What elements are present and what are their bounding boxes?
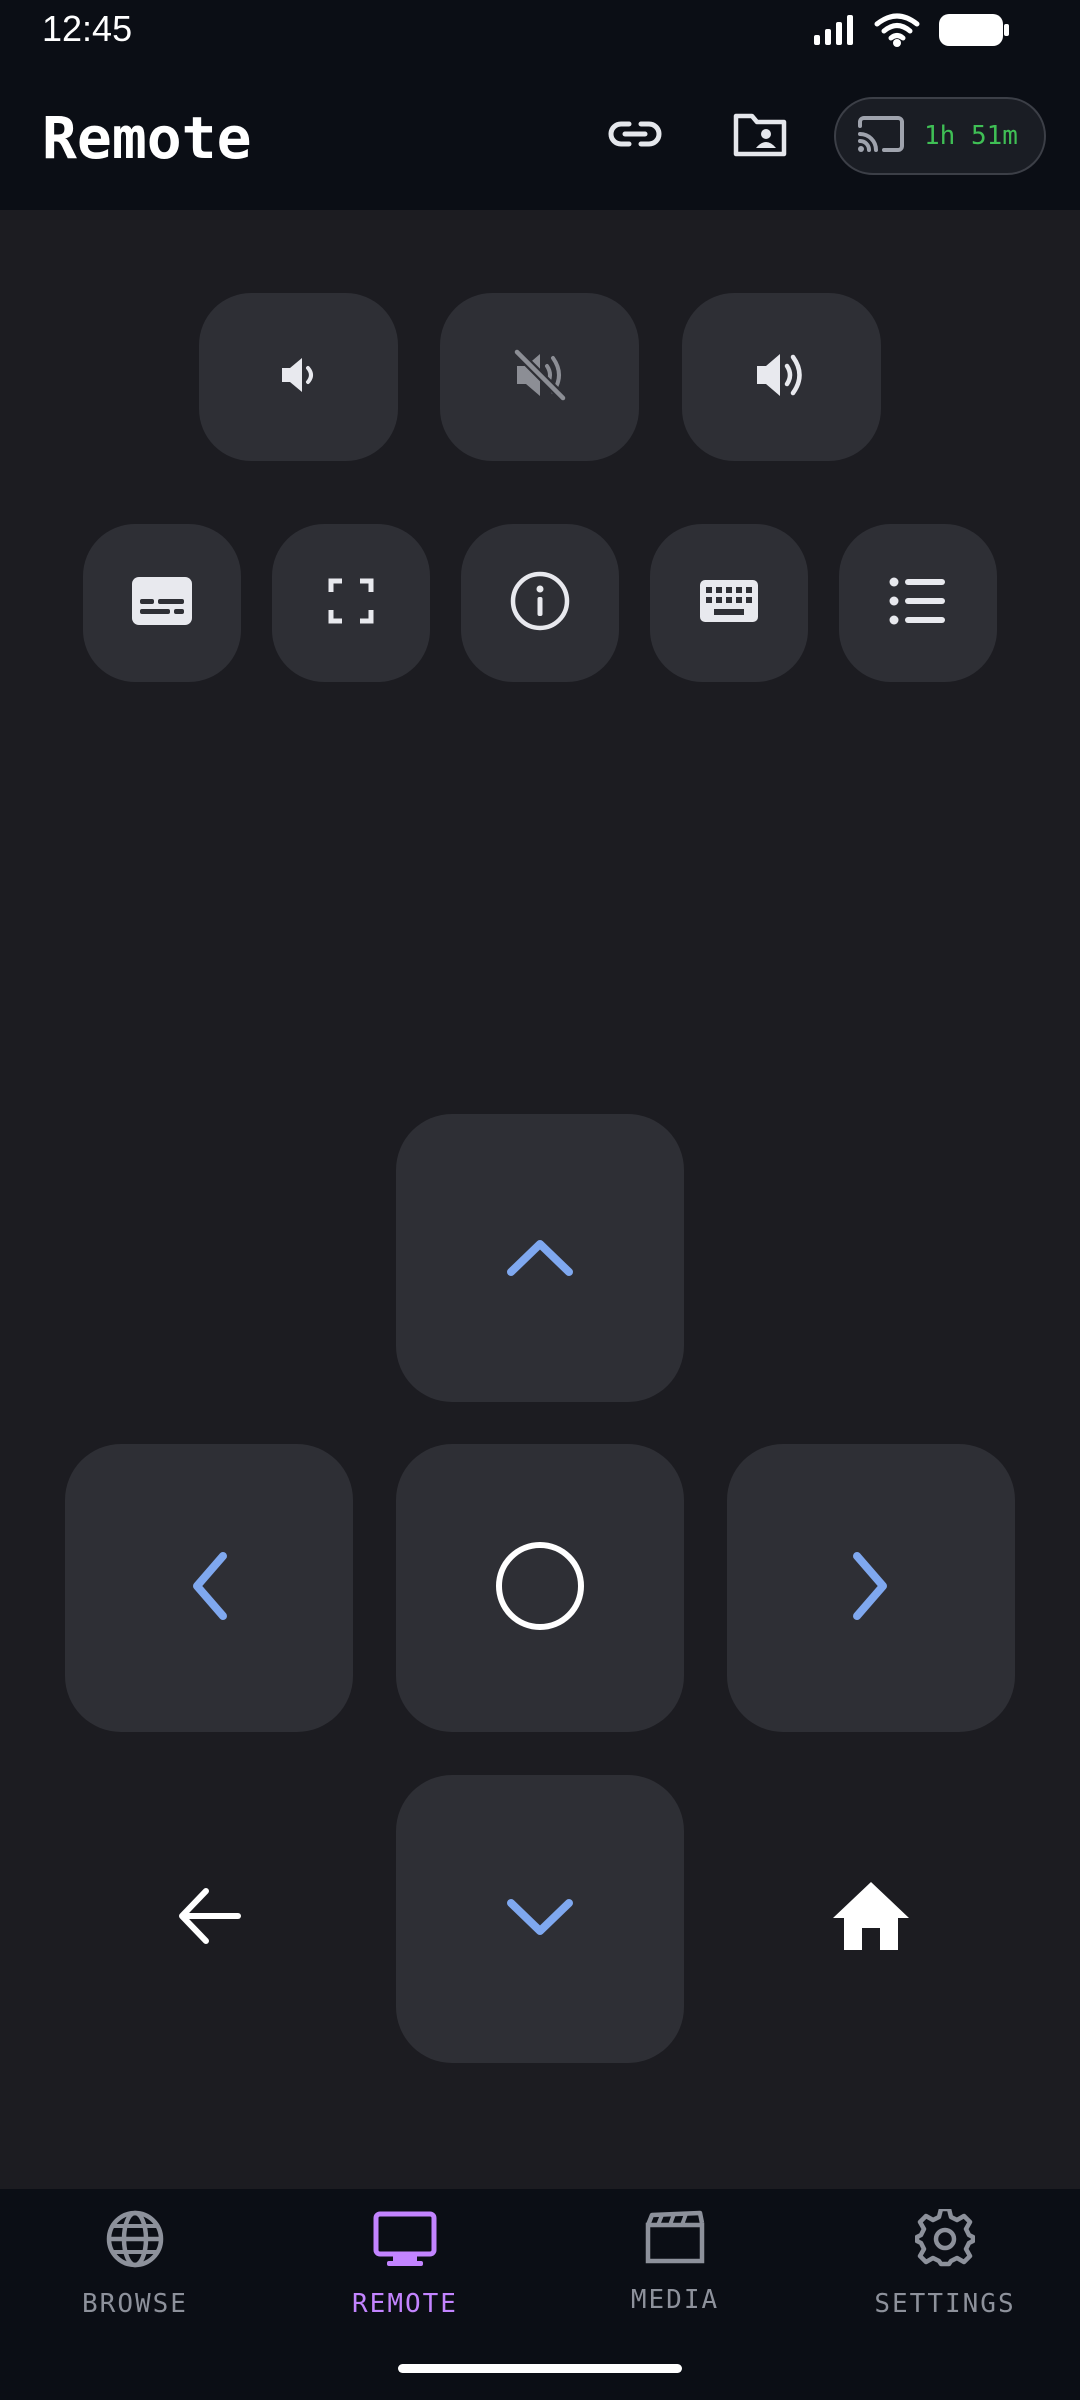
volume-down-icon [274, 350, 324, 404]
folder-user-icon [732, 110, 788, 162]
keyboard-button[interactable] [650, 524, 808, 682]
link-icon [607, 118, 663, 154]
home-icon [831, 1880, 911, 1956]
shared-folder-button[interactable] [724, 100, 796, 172]
back-button[interactable] [149, 1858, 269, 1978]
dpad-ok-button[interactable] [396, 1444, 684, 1732]
subtitles-button[interactable] [83, 524, 241, 682]
nav-label-media: MEDIA [630, 2285, 720, 2315]
cast-icon [856, 114, 906, 158]
page-title: Remote [42, 104, 252, 172]
info-button[interactable] [461, 524, 619, 682]
nav-remote[interactable]: REMOTE [270, 2209, 540, 2339]
home-button[interactable] [811, 1858, 931, 1978]
dpad-up-button[interactable] [396, 1114, 684, 1402]
clapperboard-icon [644, 2209, 706, 2269]
mute-icon [509, 344, 571, 410]
volume-up-button[interactable] [682, 293, 881, 461]
nav-label-remote: REMOTE [352, 2289, 458, 2319]
circle-ok-icon [494, 1540, 586, 1636]
nav-settings[interactable]: SETTINGS [810, 2206, 1080, 2339]
globe-icon [105, 2209, 165, 2273]
app-bar: Remote 1h 51m [0, 60, 1080, 210]
chevron-down-icon [505, 1895, 575, 1943]
mute-button[interactable] [440, 293, 639, 461]
wifi-icon [874, 12, 920, 52]
nav-browse[interactable]: BROWSE [0, 2209, 270, 2339]
cast-time-remaining: 1h 51m [924, 121, 1018, 151]
dpad-left-button[interactable] [65, 1444, 353, 1732]
battery-icon [938, 12, 1010, 52]
dpad-right-button[interactable] [727, 1444, 1015, 1732]
signal-icon [812, 13, 856, 51]
dpad-down-button[interactable] [396, 1775, 684, 2063]
chevron-left-icon [187, 1550, 231, 1626]
fullscreen-button[interactable] [272, 524, 430, 682]
chevron-right-icon [849, 1550, 893, 1626]
tv-icon [373, 2209, 437, 2273]
keyboard-icon [698, 578, 760, 628]
list-icon [889, 576, 947, 630]
arrow-back-icon [176, 1885, 242, 1951]
volume-down-button[interactable] [199, 293, 398, 461]
nav-media[interactable]: MEDIA [540, 2209, 810, 2339]
volume-up-icon [751, 344, 813, 410]
cast-timer-chip[interactable]: 1h 51m [834, 97, 1046, 175]
chevron-up-icon [505, 1234, 575, 1282]
nav-label-browse: BROWSE [82, 2289, 188, 2319]
gear-icon [914, 2206, 976, 2273]
home-indicator[interactable] [398, 2364, 682, 2373]
fullscreen-icon [328, 578, 374, 628]
list-menu-button[interactable] [839, 524, 997, 682]
nav-label-settings: SETTINGS [874, 2289, 1016, 2319]
status-bar: 12:45 [0, 0, 1080, 60]
info-icon [509, 570, 571, 636]
status-time: 12:45 [42, 8, 133, 49]
link-button[interactable] [599, 100, 671, 172]
subtitles-icon [130, 575, 194, 631]
status-icons [812, 12, 1010, 52]
